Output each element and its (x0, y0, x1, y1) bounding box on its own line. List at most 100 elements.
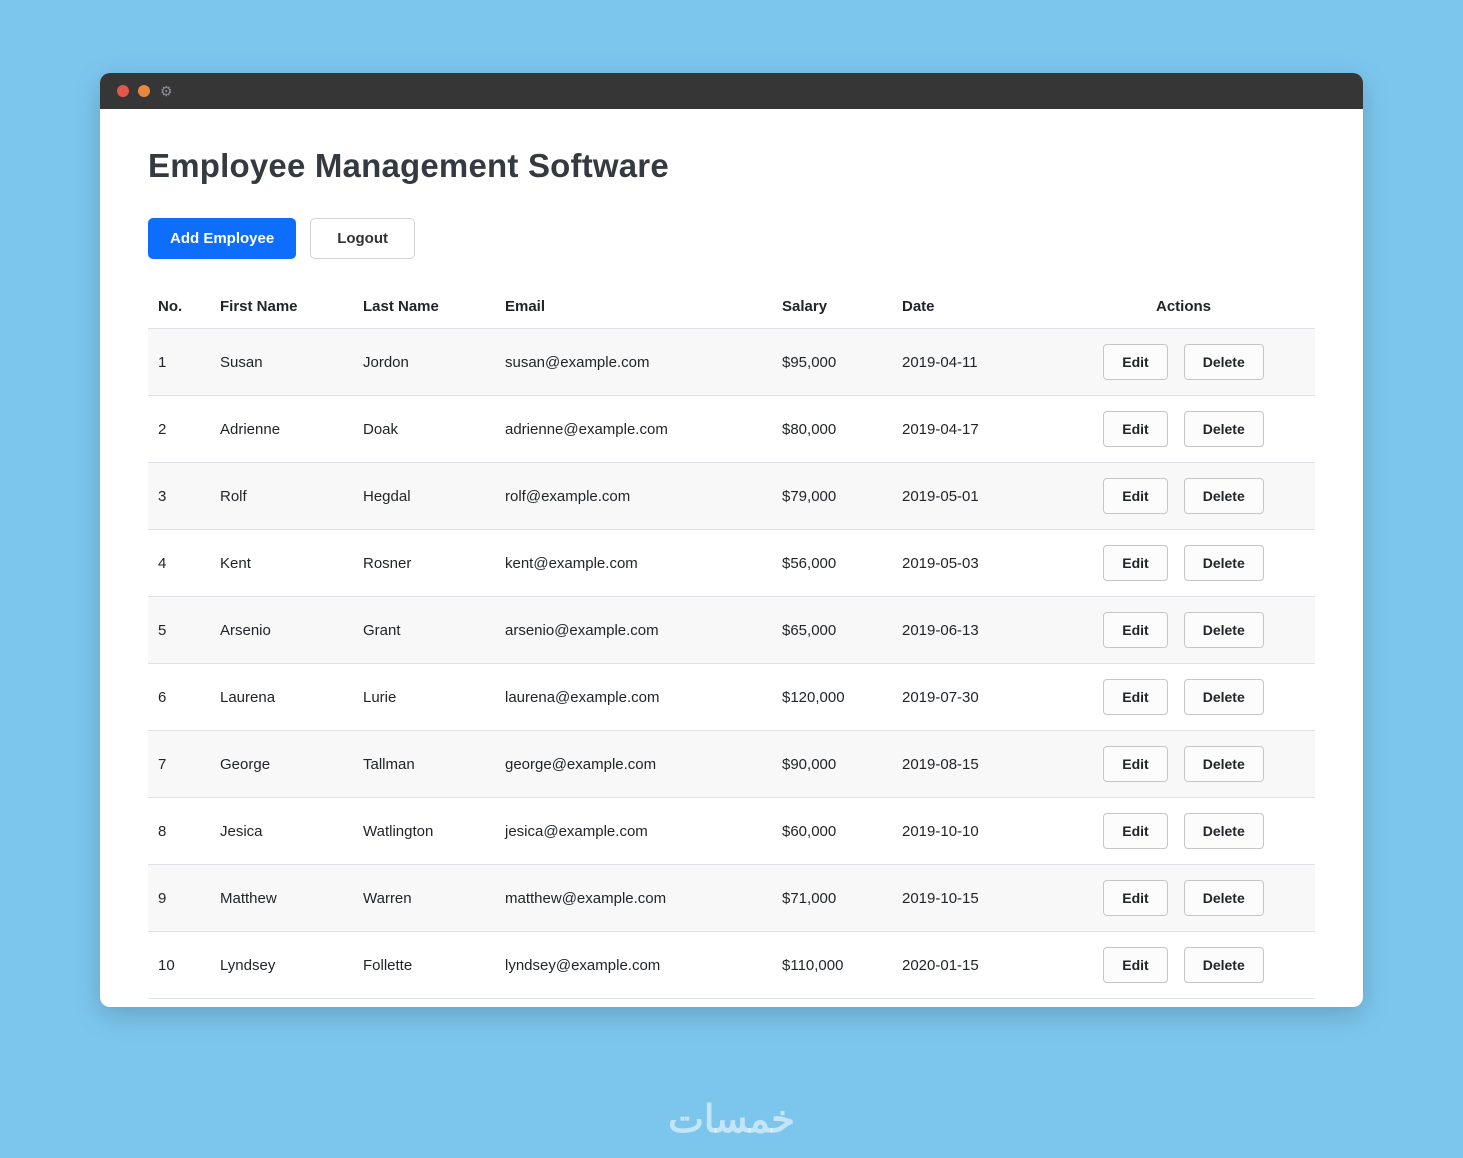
table-row: 5 Arsenio Grant arsenio@example.com $65,000 2… (148, 596, 1315, 664)
delete-button[interactable]: Delete (1183, 411, 1264, 447)
last-name-cell: Jordon (363, 353, 409, 371)
actions-cell: Edit Delete (1052, 396, 1315, 463)
first-name-cell: Matthew (220, 889, 277, 907)
row-number-cell: 3 (158, 487, 167, 505)
row-number-cell: 6 (158, 688, 167, 706)
email-cell: jesica@example.com (505, 822, 648, 840)
header-salary: Salary (782, 298, 828, 315)
delete-button[interactable]: Delete (1183, 679, 1264, 715)
gear-icon[interactable]: ⚙ (160, 84, 173, 98)
actions-cell: Edit Delete (1052, 664, 1315, 731)
table-row: 6 Laurena Lurie laurena@example.com $120,000… (148, 663, 1315, 731)
delete-button[interactable]: Delete (1183, 880, 1264, 916)
actions-cell: Edit Delete (1052, 463, 1315, 530)
delete-button[interactable]: Delete (1183, 947, 1264, 983)
first-name-cell: Rolf (220, 487, 247, 505)
row-number-cell: 10 (158, 956, 175, 974)
date-cell: 2020-01-15 (902, 956, 979, 974)
edit-button[interactable]: Edit (1103, 947, 1168, 983)
table-row: 9 Matthew Warren matthew@example.com $71,000… (148, 864, 1315, 932)
last-name-cell: Rosner (363, 554, 412, 572)
salary-cell: $56,000 (782, 554, 837, 572)
row-number-cell: 8 (158, 822, 167, 840)
date-cell: 2019-05-03 (902, 554, 979, 572)
first-name-cell: Susan (220, 353, 263, 371)
page-title: Employee Management Software (148, 147, 669, 184)
logout-button[interactable]: Logout (310, 218, 415, 259)
table-row: 1 Susan Jordon susan@example.com $95,000 2019… (148, 328, 1315, 396)
table-header-row: No. First Name Last Name Email Salary Da… (148, 285, 1315, 329)
date-cell: 2019-06-13 (902, 621, 979, 639)
email-cell: matthew@example.com (505, 889, 667, 907)
row-number-cell: 7 (158, 755, 167, 773)
delete-button[interactable]: Delete (1183, 612, 1264, 648)
table-row: 7 George Tallman george@example.com $90,000 2… (148, 730, 1315, 798)
window-titlebar: ⚙ (100, 73, 1363, 109)
add-employee-button[interactable]: Add Employee (148, 218, 297, 259)
minimize-window-button[interactable] (138, 85, 150, 97)
header-no: No. (158, 298, 183, 315)
employee-table-body: 1 Susan Jordon susan@example.com $95,000 2019… (148, 328, 1315, 999)
date-cell: 2019-04-17 (902, 420, 979, 438)
table-row: 3 Rolf Hegdal rolf@example.com $79,000 2019-0… (148, 462, 1315, 530)
edit-button[interactable]: Edit (1103, 545, 1168, 581)
salary-cell: $110,000 (782, 956, 844, 974)
header-date: Date (902, 298, 935, 315)
employee-table: No. First Name Last Name Email Salary Da… (148, 285, 1315, 999)
date-cell: 2019-08-15 (902, 755, 979, 773)
first-name-cell: Arsenio (220, 621, 271, 639)
email-cell: adrienne@example.com (505, 420, 668, 438)
edit-button[interactable]: Edit (1103, 344, 1168, 380)
window-content: Employee Management Software Add Employe… (100, 109, 1363, 999)
salary-cell: $95,000 (782, 353, 837, 371)
date-cell: 2019-04-11 (902, 353, 978, 371)
last-name-cell: Follette (363, 956, 413, 974)
first-name-cell: Adrienne (220, 420, 281, 438)
edit-button[interactable]: Edit (1103, 746, 1168, 782)
row-number-cell: 9 (158, 889, 167, 907)
table-row: 2 Adrienne Doak adrienne@example.com $80,000… (148, 395, 1315, 463)
delete-button[interactable]: Delete (1183, 478, 1264, 514)
actions-cell: Edit Delete (1052, 329, 1315, 396)
edit-button[interactable]: Edit (1103, 478, 1168, 514)
edit-button[interactable]: Edit (1103, 612, 1168, 648)
salary-cell: $60,000 (782, 822, 837, 840)
toolbar: Add Employee Logout (148, 218, 1315, 259)
header-email: Email (505, 298, 546, 315)
actions-cell: Edit Delete (1052, 731, 1315, 798)
close-window-button[interactable] (117, 85, 129, 97)
date-cell: 2019-05-01 (902, 487, 979, 505)
edit-button[interactable]: Edit (1103, 679, 1168, 715)
last-name-cell: Warren (363, 889, 412, 907)
last-name-cell: Hegdal (363, 487, 411, 505)
last-name-cell: Doak (363, 420, 399, 438)
header-first-name: First Name (220, 298, 298, 315)
salary-cell: $79,000 (782, 487, 837, 505)
first-name-cell: Laurena (220, 688, 276, 706)
salary-cell: $120,000 (782, 688, 845, 706)
edit-button[interactable]: Edit (1103, 411, 1168, 447)
salary-cell: $90,000 (782, 755, 837, 773)
email-cell: lyndsey@example.com (505, 956, 661, 974)
email-cell: susan@example.com (505, 353, 650, 371)
table-row: 8 Jesica Watlington jesica@example.com $60,0… (148, 797, 1315, 865)
salary-cell: $71,000 (782, 889, 837, 907)
delete-button[interactable]: Delete (1183, 545, 1264, 581)
row-number-cell: 1 (158, 353, 167, 371)
actions-cell: Edit Delete (1052, 530, 1315, 597)
email-cell: laurena@example.com (505, 688, 660, 706)
edit-button[interactable]: Edit (1103, 880, 1168, 916)
actions-cell: Edit Delete (1052, 865, 1315, 932)
email-cell: kent@example.com (505, 554, 638, 572)
table-row: 4 Kent Rosner kent@example.com $56,000 2019-0… (148, 529, 1315, 597)
delete-button[interactable]: Delete (1183, 813, 1264, 849)
email-cell: george@example.com (505, 755, 657, 773)
last-name-cell: Lurie (363, 688, 397, 706)
first-name-cell: George (220, 755, 271, 773)
delete-button[interactable]: Delete (1183, 746, 1264, 782)
email-cell: arsenio@example.com (505, 621, 659, 639)
row-number-cell: 5 (158, 621, 167, 639)
delete-button[interactable]: Delete (1183, 344, 1264, 380)
date-cell: 2019-10-15 (902, 889, 979, 907)
edit-button[interactable]: Edit (1103, 813, 1168, 849)
